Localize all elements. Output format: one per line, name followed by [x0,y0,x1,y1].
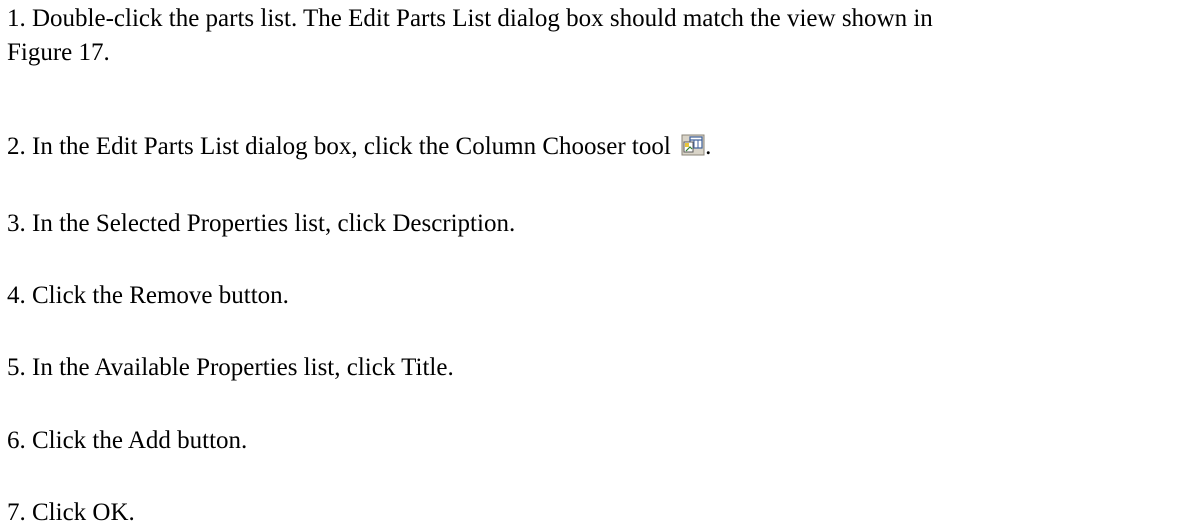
column-chooser-icon [681,134,705,156]
step-4-text: 4. Click the Remove button. [7,282,289,309]
step-1-line-1: 1. Double-click the parts list. The Edit… [7,5,933,32]
step-4: 4. Click the Remove button. [7,279,289,313]
step-5: 5. In the Available Properties list, cli… [7,351,454,385]
step-1-line-2: Figure 17. [7,39,110,66]
step-1: 1. Double-click the parts list. The Edit… [7,2,933,70]
step-7-text: 7. Click OK. [7,499,135,526]
step-7: 7. Click OK. [7,496,135,530]
step-3-text: 3. In the Selected Properties list, clic… [7,210,516,237]
step-2-text: 2. In the Edit Parts List dialog box, cl… [7,133,671,160]
step-2-period: . [705,133,712,160]
instruction-document: 1. Double-click the parts list. The Edit… [0,0,1204,526]
step-5-text: 5. In the Available Properties list, cli… [7,354,454,381]
step-6-text: 6. Click the Add button. [7,427,248,454]
step-6: 6. Click the Add button. [7,424,247,458]
step-3: 3. In the Selected Properties list, clic… [7,207,515,241]
step-2: 2. In the Edit Parts List dialog box, cl… [7,130,711,164]
